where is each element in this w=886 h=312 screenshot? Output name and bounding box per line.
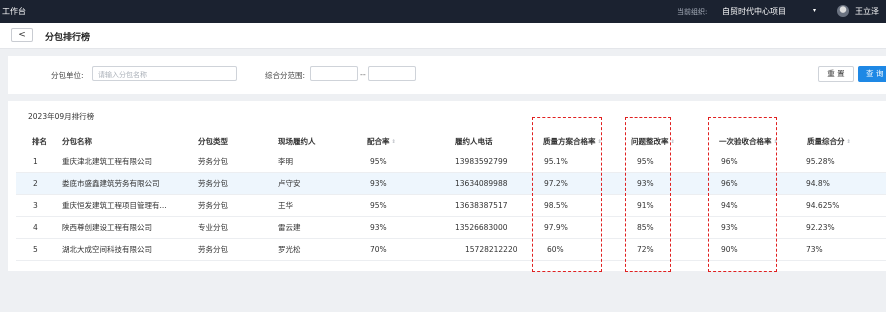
highlight-plan-pass-column (532, 117, 602, 272)
cell-name: 重庆津北建筑工程有限公司 (62, 157, 152, 166)
cell-rank: 4 (33, 223, 38, 232)
cell-coop: 70% (370, 245, 387, 254)
cell-rank: 1 (33, 157, 38, 166)
cell-person: 王华 (278, 201, 293, 210)
col-header-name: 分包名称 (62, 137, 92, 146)
col-header-rank: 排名 (32, 137, 47, 146)
highlight-rectify-column (625, 117, 671, 272)
cell-phone: 15728212220 (465, 245, 518, 254)
cell-name: 陕西尊创建设工程有限公司 (62, 223, 152, 232)
cell-type: 劳务分包 (198, 201, 228, 210)
title-bar: < 分包排行榜 (0, 23, 886, 49)
cell-coop: 93% (370, 179, 387, 188)
sort-icon[interactable]: ⇕ (847, 139, 851, 145)
cell-name: 湖北大成空间科技有限公司 (62, 245, 152, 254)
ranking-panel: 2023年09月排行榜 排名 分包名称 分包类型 现场履约人 配合率 ⇕ 履约人电… (8, 101, 886, 272)
sort-icon[interactable]: ⇕ (671, 139, 675, 145)
cell-score: 73% (806, 245, 823, 254)
cell-person: 卢守安 (278, 179, 301, 188)
cell-type: 劳务分包 (198, 245, 228, 254)
reset-button[interactable]: 重 置 (818, 66, 854, 82)
cell-rank: 5 (33, 245, 38, 254)
cell-score: 94.625% (806, 201, 840, 210)
col-header-score[interactable]: 质量综合分 ⇕ (807, 136, 851, 147)
cell-phone: 13638387517 (455, 201, 508, 210)
query-button[interactable]: 查 询 (858, 66, 886, 82)
chevron-down-icon[interactable]: ▾ (813, 7, 816, 14)
filter-panel: 分包单位: 请输入分包名称 综合分范围: -- 重 置 查 询 (8, 56, 886, 94)
user-name[interactable]: 王立泽 (855, 6, 879, 17)
cell-name: 娄底市盛鑫建筑劳务有限公司 (62, 179, 160, 188)
col-header-coop[interactable]: 配合率 ⇕ (367, 136, 396, 147)
workspace-link[interactable]: 工作台 (2, 6, 26, 17)
score-min-input[interactable] (310, 66, 358, 81)
cell-coop: 93% (370, 223, 387, 232)
back-button[interactable]: < (11, 28, 33, 42)
cell-phone: 13526683000 (455, 223, 508, 232)
cell-phone: 13983592799 (455, 157, 508, 166)
score-max-input[interactable] (368, 66, 416, 81)
avatar[interactable] (837, 5, 849, 17)
score-range-label: 综合分范围: (265, 71, 306, 80)
cell-type: 专业分包 (198, 223, 228, 232)
range-separator: -- (360, 70, 366, 79)
cell-score: 94.8% (806, 179, 830, 188)
col-header-score-label: 质量综合分 (807, 137, 845, 146)
col-header-phone: 履约人电话 (455, 137, 493, 146)
sort-icon[interactable]: ⇕ (392, 139, 396, 145)
highlight-first-pass-column (708, 117, 777, 272)
col-header-person: 现场履约人 (278, 137, 316, 146)
cell-type: 劳务分包 (198, 179, 228, 188)
top-bar: 工作台 当前组织: 自贸时代中心项目 ▾ 王立泽 (0, 0, 886, 23)
cell-rank: 3 (33, 201, 38, 210)
cell-score: 92.23% (806, 223, 835, 232)
cell-coop: 95% (370, 157, 387, 166)
cell-person: 李明 (278, 157, 293, 166)
org-label: 当前组织: (677, 8, 708, 16)
cell-person: 雷云建 (278, 223, 301, 232)
cell-type: 劳务分包 (198, 157, 228, 166)
cell-rank: 2 (33, 179, 38, 188)
col-header-type: 分包类型 (198, 137, 228, 146)
cell-phone: 13634089988 (455, 179, 508, 188)
cell-coop: 95% (370, 201, 387, 210)
unit-label: 分包单位: (51, 71, 84, 80)
cell-score: 95.28% (806, 157, 835, 166)
cell-name: 重庆恒发建筑工程项目管理有... (62, 201, 167, 210)
unit-input[interactable]: 请输入分包名称 (92, 66, 237, 81)
page-title: 分包排行榜 (45, 33, 91, 43)
col-header-coop-label: 配合率 (367, 137, 390, 146)
cell-person: 罗光松 (278, 245, 301, 254)
ranking-title: 2023年09月排行榜 (28, 112, 95, 121)
org-selector[interactable]: 自贸时代中心项目 (722, 6, 786, 17)
